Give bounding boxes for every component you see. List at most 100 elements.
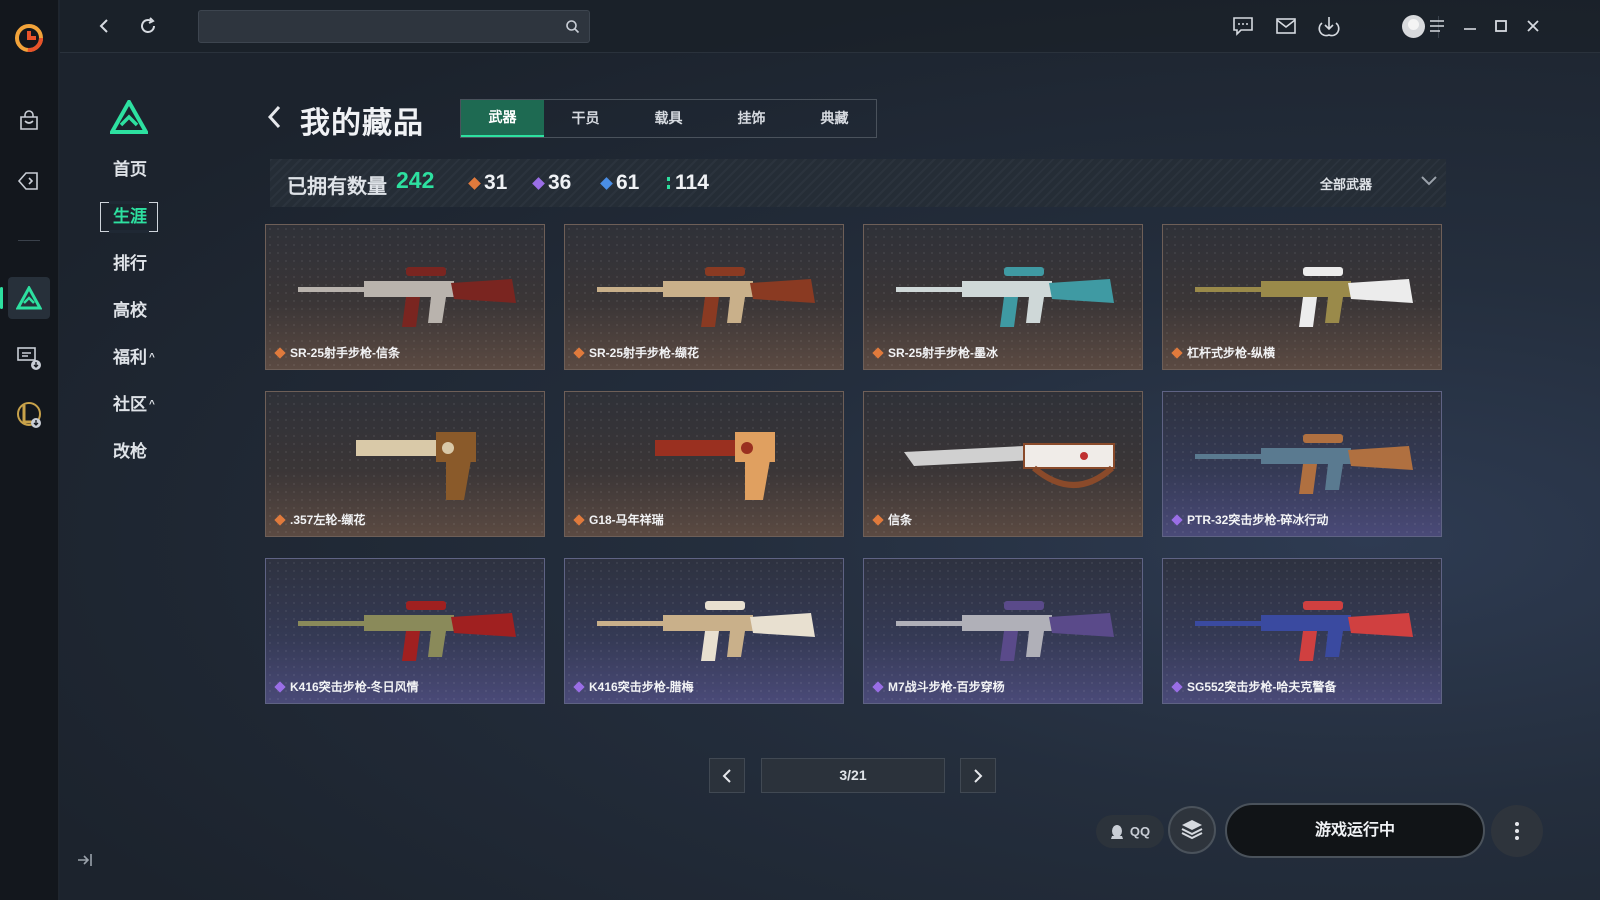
- weapon-image: [1195, 434, 1413, 494]
- league-icon[interactable]: [14, 400, 44, 430]
- item-card[interactable]: K416突击步枪-腊梅: [564, 558, 844, 704]
- top-bar: [60, 0, 1600, 53]
- tab-weapons[interactable]: 武器: [461, 100, 544, 137]
- weapon-image: [356, 432, 476, 500]
- tab-charms[interactable]: 挂饰: [710, 100, 793, 137]
- qq-button[interactable]: QQ: [1096, 815, 1164, 848]
- item-card[interactable]: .357左轮-缬花: [265, 391, 545, 537]
- rarity-icon: [872, 513, 884, 526]
- prev-page-button[interactable]: [709, 758, 745, 793]
- nav-item-community[interactable]: 社区 ^: [113, 390, 155, 420]
- tier-purple-icon: [532, 176, 545, 190]
- rail-divider: [18, 240, 40, 241]
- item-name: M7战斗步枪-百步穿杨: [888, 680, 1005, 694]
- item-label: SR-25射手步枪-缬花: [573, 344, 700, 361]
- tier-blue-icon: [600, 176, 613, 190]
- item-label: SR-25射手步枪-墨冰: [872, 344, 998, 361]
- search-input[interactable]: [199, 11, 589, 42]
- search-icon[interactable]: [565, 19, 580, 34]
- item-card[interactable]: 杠杆式步枪-纵横: [1162, 224, 1442, 370]
- rarity-icon: [573, 680, 585, 693]
- tier-green-count: 114: [675, 171, 709, 194]
- weapon-image: [1195, 601, 1413, 661]
- nav-item-ranking[interactable]: 排行: [113, 249, 147, 279]
- item-label: 杠杆式步枪-纵横: [1171, 344, 1275, 361]
- item-card[interactable]: 信条: [863, 391, 1143, 537]
- item-card[interactable]: PTR-32突击步枪-碎冰行动: [1162, 391, 1442, 537]
- collapse-sidebar-icon[interactable]: [76, 852, 94, 873]
- item-card[interactable]: SR-25射手步枪-信条: [265, 224, 545, 370]
- nav-item-home[interactable]: 首页: [113, 155, 147, 185]
- nav-item-welfare[interactable]: 福利 ^: [113, 343, 155, 373]
- more-options-icon[interactable]: [1491, 805, 1543, 857]
- search-box[interactable]: [198, 10, 590, 43]
- rarity-icon: [872, 680, 884, 693]
- logo-icon[interactable]: [13, 22, 45, 54]
- weapon-image: [896, 267, 1114, 327]
- back-icon[interactable]: [90, 12, 118, 40]
- nav-item-gunsmith[interactable]: 改枪: [113, 437, 147, 467]
- message-icon[interactable]: [1230, 13, 1256, 39]
- minimize-icon[interactable]: [1457, 13, 1483, 39]
- item-name: 杠杆式步枪-纵横: [1187, 346, 1275, 360]
- weapon-filter-dropdown[interactable]: 全部武器: [1320, 174, 1372, 193]
- chevron-down-icon[interactable]: [1420, 173, 1438, 187]
- weapon-image: [1195, 267, 1413, 327]
- rarity-icon: [573, 513, 585, 526]
- rail-active-marker: [0, 287, 3, 309]
- item-name: SR-25射手步枪-缬花: [589, 346, 700, 360]
- weapon-image: [597, 267, 815, 327]
- stats-bar: 已拥有数量 242 31 36 61 114 全部武器: [270, 159, 1446, 207]
- page-back-icon[interactable]: [265, 104, 283, 135]
- avatar[interactable]: [1402, 15, 1425, 38]
- close-icon[interactable]: [1520, 13, 1546, 39]
- item-name: SG552突击步枪-哈夫克警备: [1187, 680, 1337, 694]
- tab-operators[interactable]: 干员: [544, 100, 627, 137]
- chat-download-icon[interactable]: [14, 343, 44, 373]
- item-label: .357左轮-缬花: [274, 511, 365, 528]
- rarity-icon: [872, 346, 884, 359]
- item-card[interactable]: SR-25射手步枪-墨冰: [863, 224, 1143, 370]
- item-label: M7战斗步枪-百步穿杨: [872, 678, 1005, 695]
- game-triangle-icon[interactable]: [14, 283, 44, 313]
- menu-icon[interactable]: [1424, 13, 1450, 39]
- maximize-icon[interactable]: [1488, 13, 1514, 39]
- refresh-icon[interactable]: [134, 12, 162, 40]
- item-card[interactable]: G18-马年祥瑞: [564, 391, 844, 537]
- weapon-image: [298, 601, 516, 661]
- tab-collection[interactable]: 典藏: [793, 100, 876, 137]
- tier-green-stat: 114: [667, 171, 709, 195]
- cube-icon: [1181, 820, 1203, 840]
- download-icon[interactable]: [1316, 13, 1342, 39]
- tab-vehicles[interactable]: 载具: [627, 100, 710, 137]
- item-label: PTR-32突击步枪-碎冰行动: [1171, 511, 1328, 528]
- nav-item-community-label: 社区: [113, 395, 147, 414]
- item-card[interactable]: M7战斗步枪-百步穿杨: [863, 558, 1143, 704]
- rarity-icon: [274, 346, 286, 359]
- item-name: 信条: [888, 513, 913, 527]
- item-card[interactable]: K416突击步枪-冬日风情: [265, 558, 545, 704]
- weapon-image: [655, 432, 775, 500]
- item-label: SR-25射手步枪-信条: [274, 344, 400, 361]
- weapon-image: [298, 267, 516, 327]
- rarity-icon: [1171, 513, 1183, 526]
- nav-item-college[interactable]: 高校: [113, 296, 147, 326]
- nav-item-career[interactable]: 生涯: [113, 202, 147, 232]
- page-title: 我的藏品: [300, 107, 424, 140]
- item-card[interactable]: SG552突击步枪-哈夫克警备: [1162, 558, 1442, 704]
- tag-icon[interactable]: [14, 166, 44, 196]
- item-card[interactable]: SR-25射手步枪-缬花: [564, 224, 844, 370]
- game-running-button[interactable]: 游戏运行中: [1225, 803, 1485, 858]
- weapon-image: [597, 601, 815, 661]
- qq-label: QQ: [1129, 824, 1151, 839]
- mail-icon[interactable]: [1273, 13, 1299, 39]
- shop-bag-icon[interactable]: [14, 106, 44, 136]
- item-name: K416突击步枪-冬日风情: [290, 680, 419, 694]
- game-accelerator-button[interactable]: [1168, 806, 1216, 854]
- game-logo-icon: [110, 100, 148, 134]
- page-indicator: 3/21: [761, 758, 945, 793]
- chevron-up-icon: ^: [149, 352, 155, 363]
- item-label: G18-马年祥瑞: [573, 511, 664, 528]
- rarity-icon: [573, 346, 585, 359]
- next-page-button[interactable]: [960, 758, 996, 793]
